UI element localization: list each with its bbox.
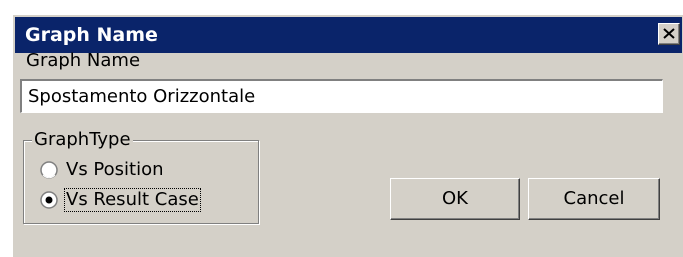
graph-name-input[interactable]: Spostamento Orizzontale (20, 79, 663, 113)
close-x-icon (663, 28, 675, 39)
graph-name-label: Graph Name (26, 50, 141, 71)
window-title: Graph Name (25, 24, 158, 46)
cancel-button[interactable]: Cancel (528, 178, 660, 220)
radio-label-vs-result-case: Vs Result Case (64, 188, 201, 212)
title-bar[interactable]: Graph Name (15, 17, 682, 53)
radio-unselected-icon[interactable] (40, 161, 58, 179)
graph-type-legend: GraphType (32, 129, 133, 151)
close-button[interactable] (658, 23, 680, 45)
radio-label-vs-position: Vs Position (66, 159, 164, 180)
radio-selected-icon[interactable] (40, 191, 58, 209)
ok-button[interactable]: OK (390, 178, 520, 220)
